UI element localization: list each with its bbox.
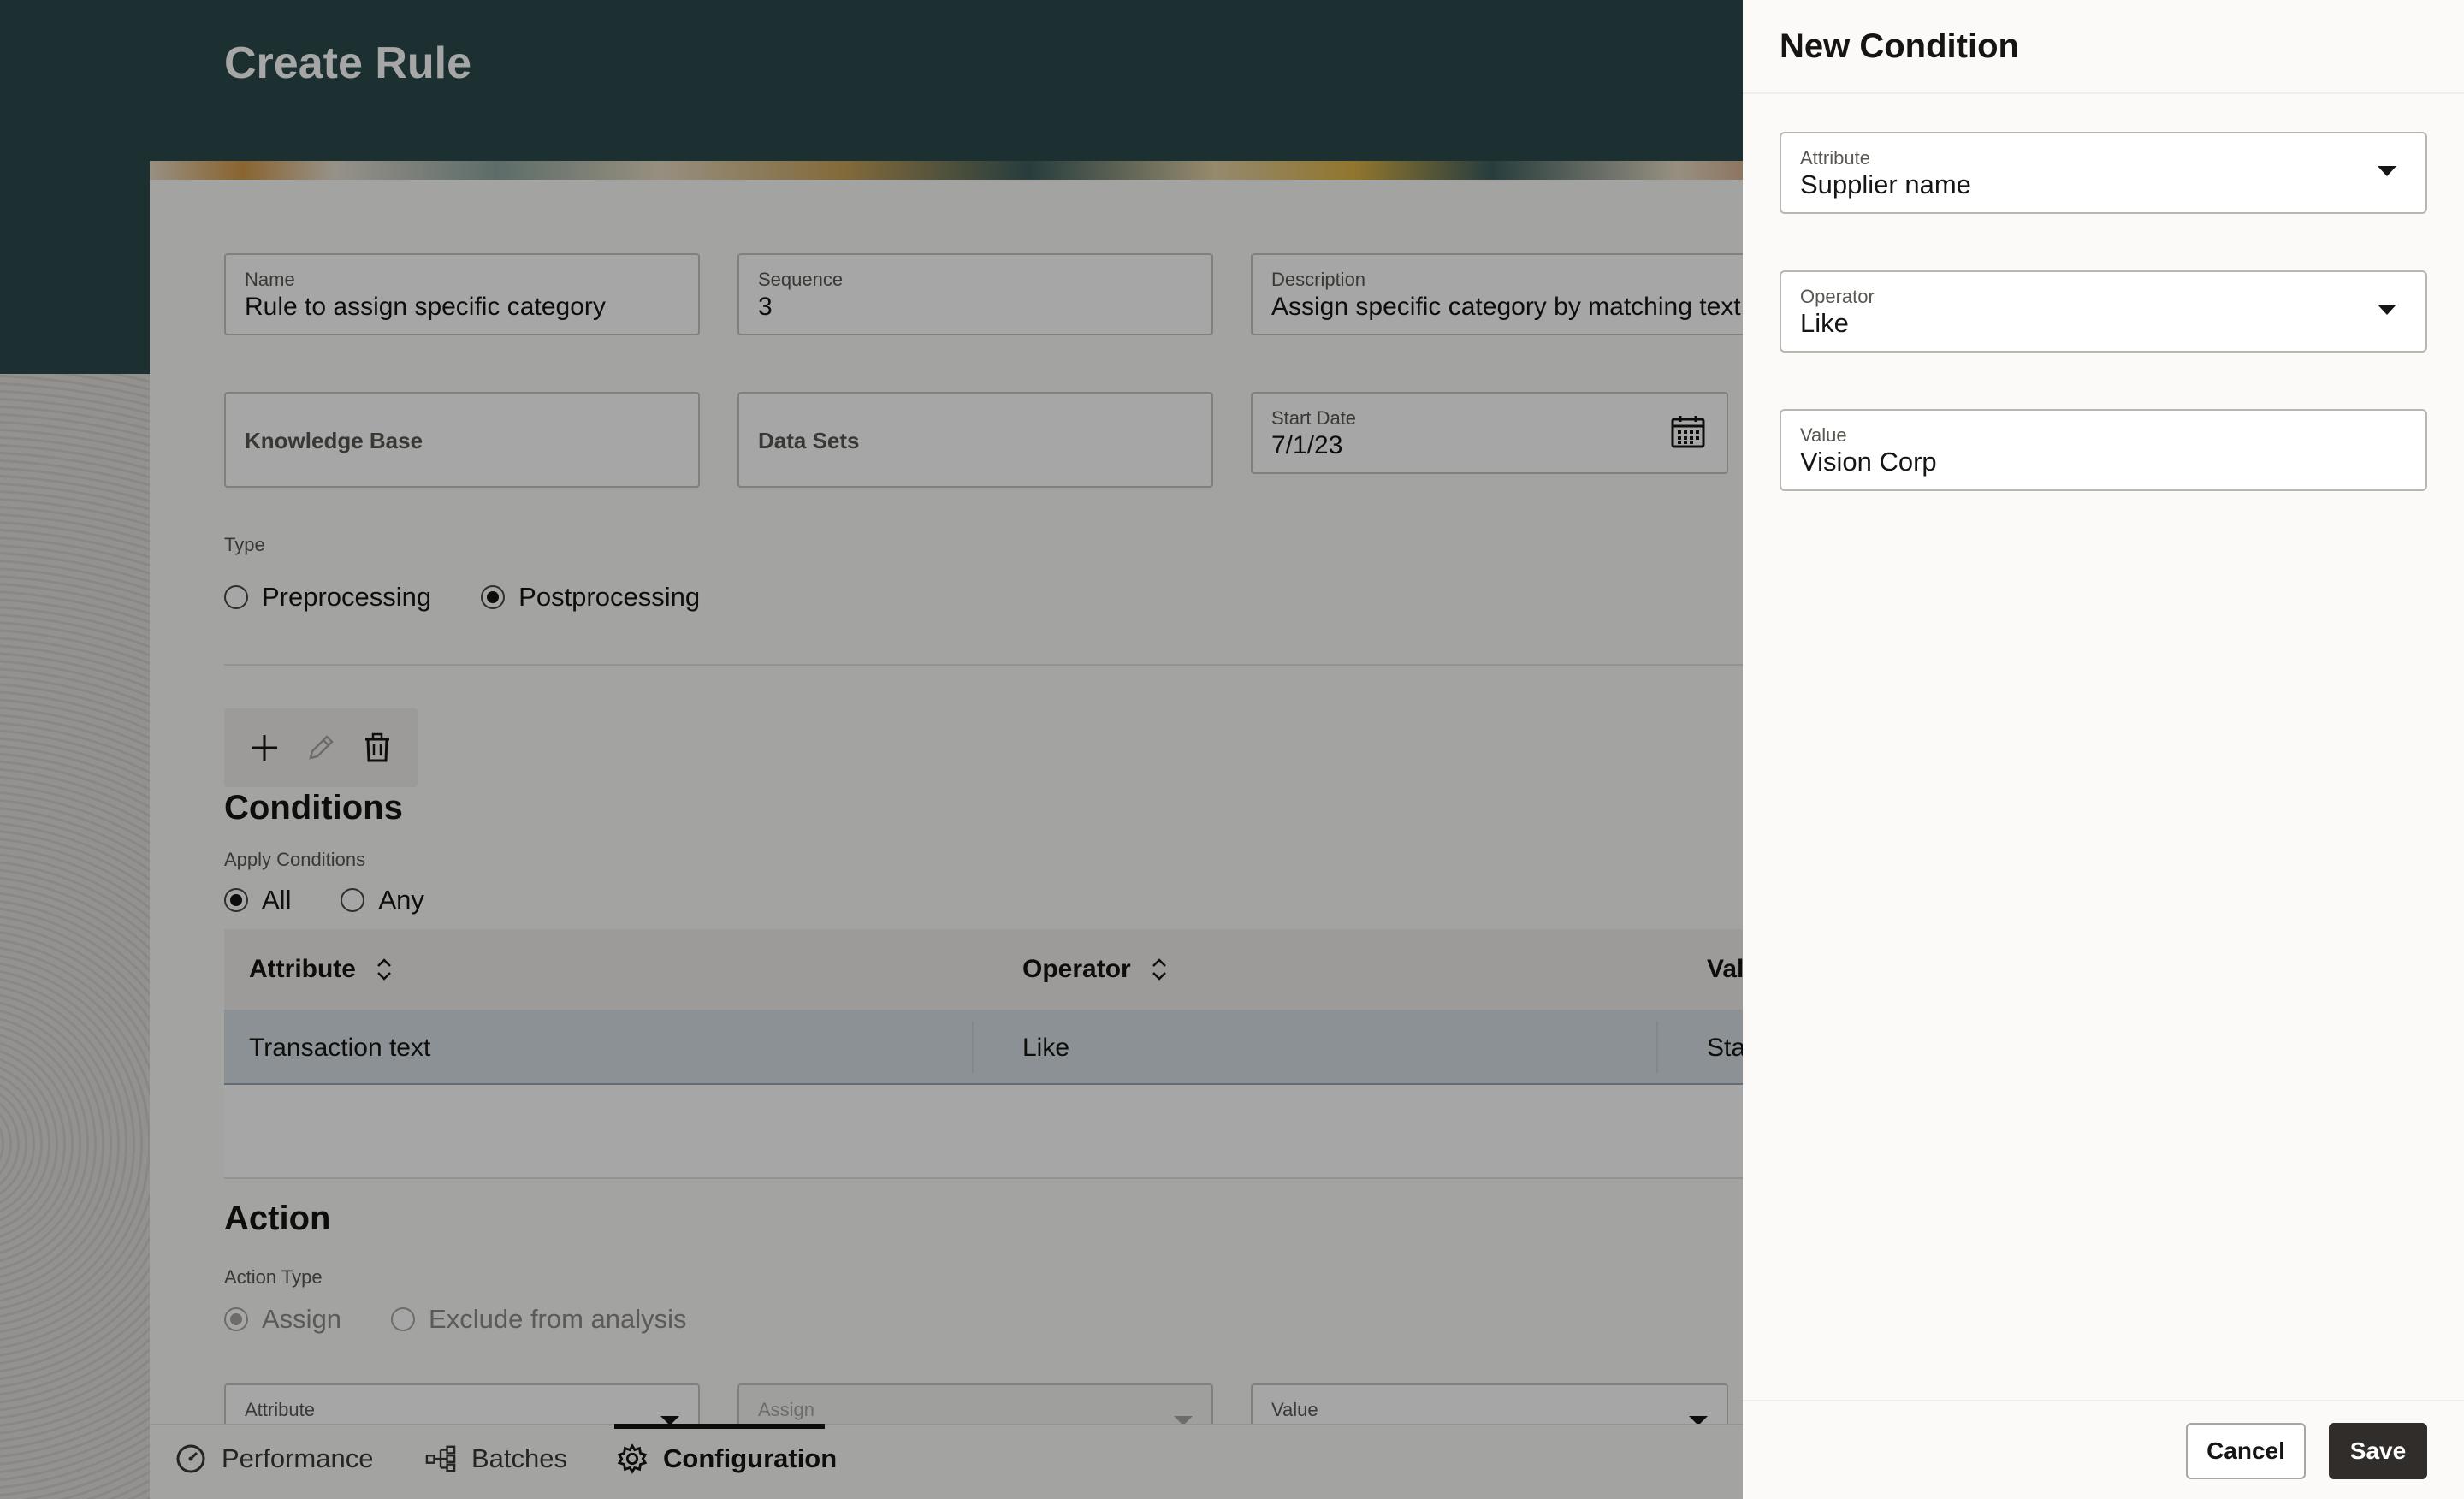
condition-operator-label: Operator xyxy=(1800,286,1875,307)
condition-value-input[interactable]: Value Vision Corp xyxy=(1780,409,2427,491)
chevron-down-icon[interactable] xyxy=(2378,166,2396,176)
drawer-title: New Condition xyxy=(1780,27,2019,65)
condition-value-text: Vision Corp xyxy=(1800,447,1937,477)
condition-attribute-value: Supplier name xyxy=(1800,169,1971,199)
condition-value-label: Value xyxy=(1800,424,1847,446)
condition-attribute-select[interactable]: Attribute Supplier name xyxy=(1780,132,2427,214)
condition-operator-select[interactable]: Operator Like xyxy=(1780,270,2427,353)
condition-attribute-label: Attribute xyxy=(1800,147,1870,169)
drawer-header-divider xyxy=(1743,92,2464,94)
cancel-button[interactable]: Cancel xyxy=(2186,1423,2306,1479)
chevron-down-icon[interactable] xyxy=(2378,305,2396,315)
new-condition-drawer: New Condition Attribute Supplier name Op… xyxy=(1743,0,2464,1499)
condition-operator-value: Like xyxy=(1800,308,1849,338)
drawer-footer-divider xyxy=(1743,1400,2464,1401)
save-button[interactable]: Save xyxy=(2329,1423,2427,1479)
